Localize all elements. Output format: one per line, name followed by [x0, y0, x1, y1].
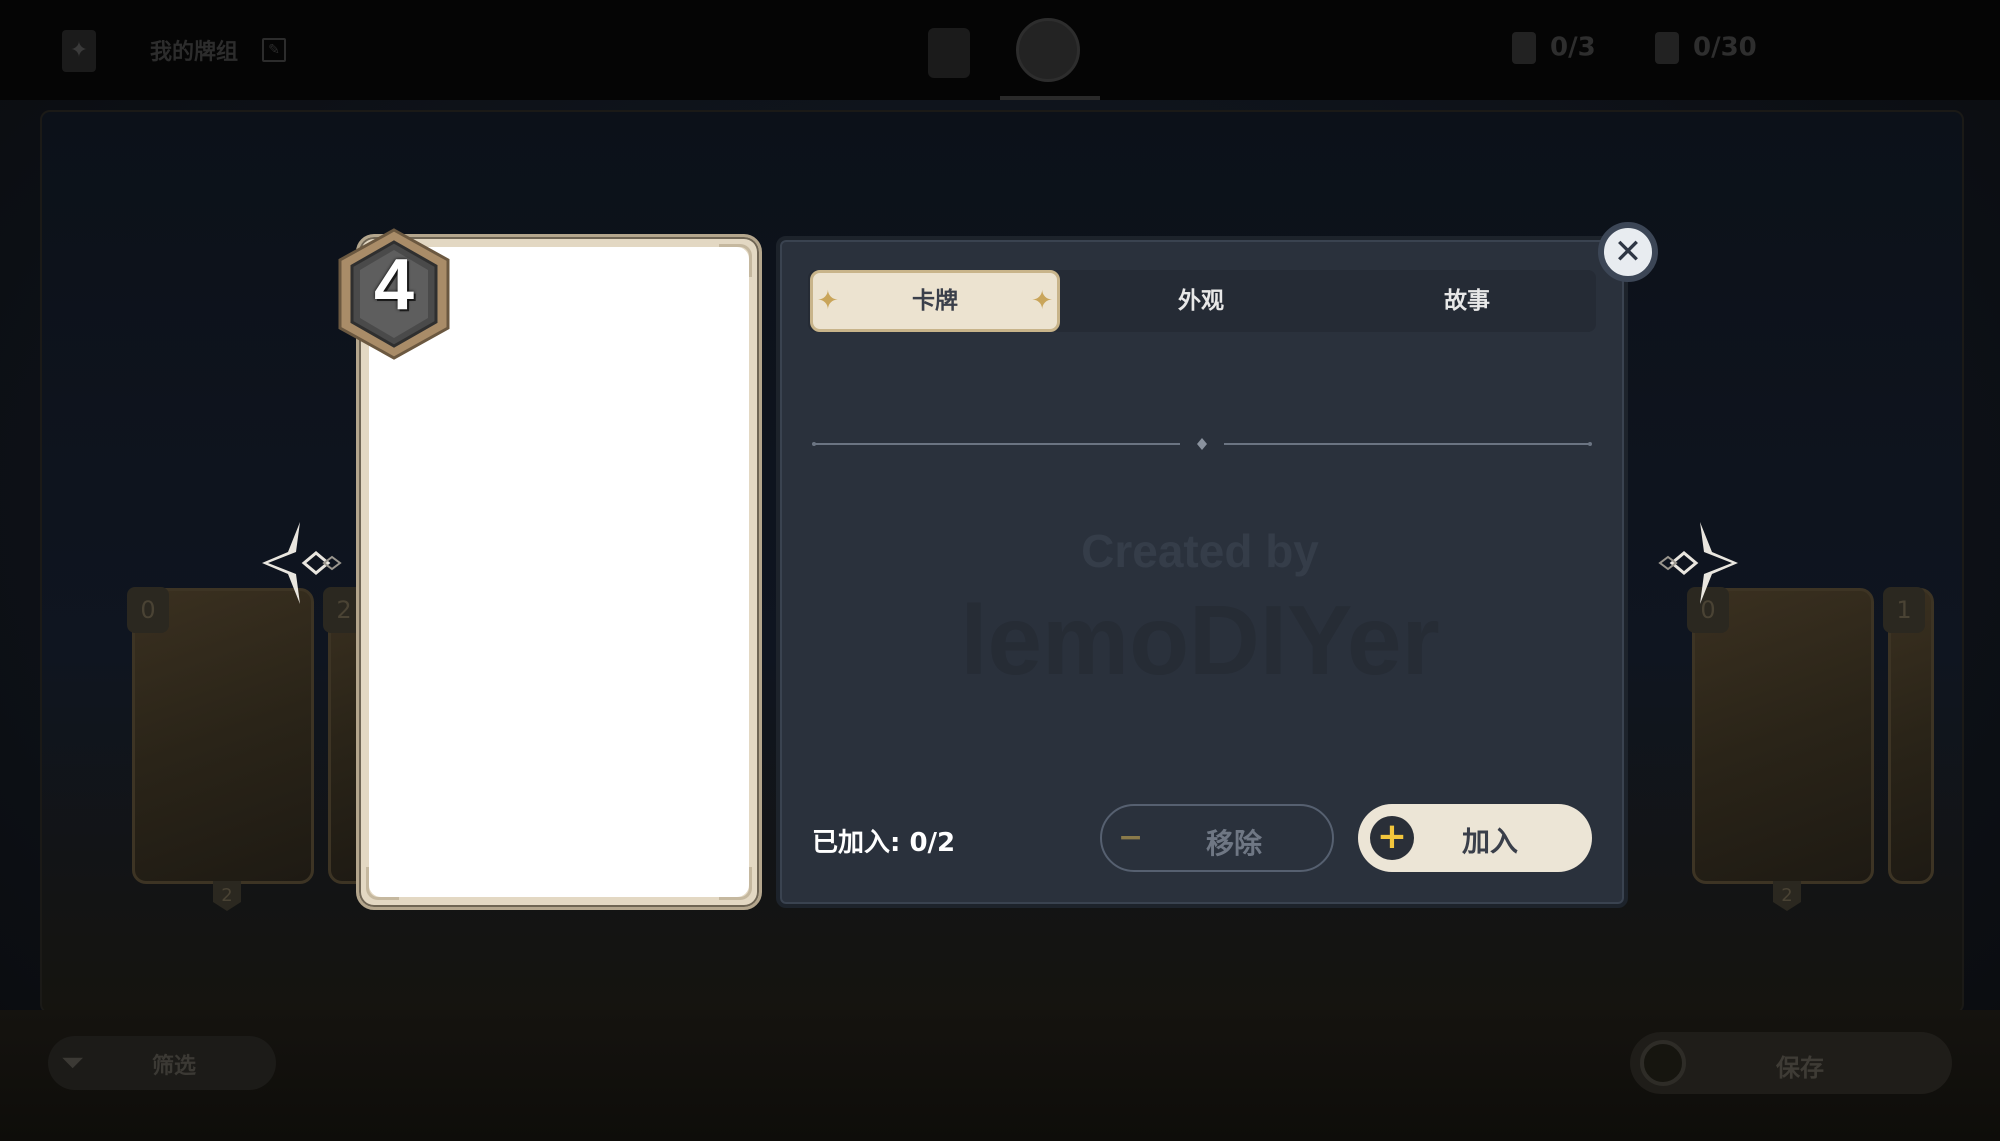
character-count: 0/3	[1550, 32, 1596, 63]
action-card-icon	[1655, 32, 1679, 64]
close-icon[interactable]: ✕	[1598, 222, 1658, 282]
sparkle-icon: ✦	[817, 286, 839, 316]
top-bar: ✦ 我的牌组 ✎ 0/3 0/30	[0, 0, 2000, 100]
tab-story[interactable]: 故事	[1342, 270, 1592, 332]
edit-icon[interactable]: ✎	[262, 38, 286, 62]
card-cost-badge: 4	[334, 226, 454, 362]
background-card: 1	[1883, 587, 1934, 884]
tab-appearance-label: 外观	[1178, 288, 1224, 314]
remove-button[interactable]: − 移除	[1100, 804, 1334, 872]
save-icon	[1640, 1040, 1686, 1086]
filter-label: 筛选	[152, 1054, 197, 1079]
next-card-arrow-icon[interactable]	[1656, 518, 1742, 608]
background-card-cost: 0	[127, 587, 169, 633]
save-button[interactable]: 保存	[1630, 1032, 1952, 1094]
tab-cards-label: 卡牌	[912, 288, 958, 314]
plus-icon: +	[1370, 816, 1414, 860]
card-corner-ornament	[719, 244, 752, 277]
card-cost-value: 4	[373, 245, 415, 325]
deck-name[interactable]: 我的牌组	[150, 34, 238, 66]
save-label: 保存	[1776, 1054, 1824, 1082]
character-icon	[1512, 32, 1536, 64]
filter-button[interactable]: ⏷ 筛选	[48, 1036, 276, 1090]
deck-icon[interactable]: ✦	[62, 30, 96, 72]
watermark-created-by: Created by	[1081, 525, 1319, 577]
background-card: 0 2	[1687, 587, 1874, 911]
background-card-cost: 1	[1883, 587, 1925, 633]
action-count: 0/30	[1693, 32, 1757, 63]
action-cards-tab-icon[interactable]	[1016, 18, 1080, 82]
character-counter: 0/3	[1512, 32, 1596, 64]
card-corner-ornament	[719, 867, 752, 900]
added-count: 已加入: 0/2	[812, 828, 956, 858]
tab-cards[interactable]: ✦ 卡牌 ✦	[810, 270, 1060, 332]
action-counter: 0/30	[1655, 32, 1757, 64]
background-card: 0 2	[127, 587, 314, 911]
minus-icon: −	[1118, 820, 1144, 855]
tab-appearance[interactable]: 外观	[1076, 270, 1326, 332]
previous-card-arrow-icon[interactable]	[258, 518, 344, 608]
ornamental-divider	[812, 438, 1592, 450]
sparkle-icon: ✦	[1031, 286, 1053, 316]
add-button[interactable]: + 加入	[1358, 804, 1592, 872]
active-tab-underline	[1000, 96, 1100, 100]
detail-tabs: ✦ 卡牌 ✦ 外观 故事	[808, 270, 1596, 332]
watermark-author: lemoDIYer	[960, 585, 1440, 695]
character-cards-tab-icon[interactable]	[928, 28, 970, 78]
add-label: 加入	[1462, 825, 1519, 858]
card-corner-ornament	[366, 867, 399, 900]
tab-story-label: 故事	[1444, 288, 1490, 314]
filter-icon: ⏷	[62, 1048, 83, 1078]
remove-label: 移除	[1206, 827, 1263, 860]
